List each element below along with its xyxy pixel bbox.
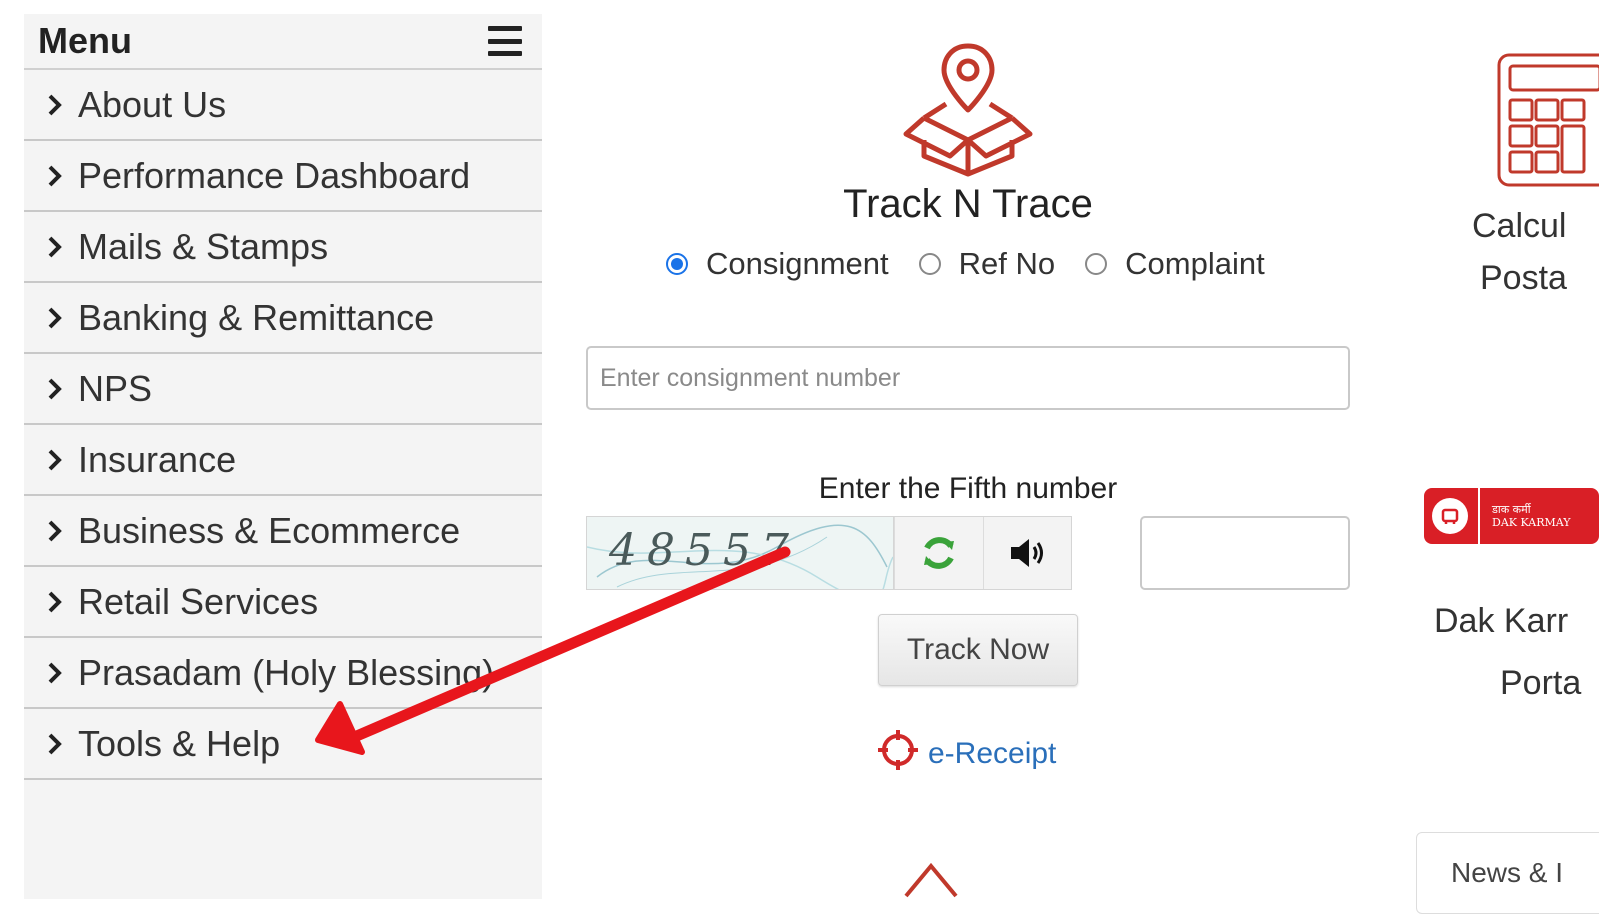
radio-complaint[interactable]: Complaint [1085,246,1265,282]
menu-item-tools-help[interactable]: Tools & Help [24,709,542,780]
menu-title: Menu [38,20,132,61]
radio-label: Consignment [706,246,889,281]
track-now-button[interactable]: Track Now [878,614,1078,686]
menu-list: About Us Performance Dashboard Mails & S… [24,70,542,780]
radio-label: Complaint [1125,246,1265,281]
calculate-postage-line2: Posta [1480,259,1567,297]
menu-item-prasadam[interactable]: Prasadam (Holy Blessing) [24,638,542,709]
menu-item-business-ecommerce[interactable]: Business & Ecommerce [24,496,542,567]
captcha-widget: 48557 [586,516,1072,590]
dak-badge-line2: DAK KARMAY [1492,516,1571,529]
refresh-captcha-icon[interactable] [894,517,983,589]
captcha-text: 48557 [609,525,799,576]
captcha-answer-input[interactable] [1140,516,1350,590]
calculate-postage-line1: Calcul [1472,207,1567,245]
menu-item-label: Banking & Remittance [78,296,435,338]
sidebar-menu: Menu About Us Performance Dashboard Mail… [24,14,542,899]
menu-item-mails-stamps[interactable]: Mails & Stamps [24,212,542,283]
menu-item-label: Prasadam (Holy Blessing) [78,651,495,693]
dak-karmayogi-portal-link[interactable]: Dak Karr Porta [1434,590,1581,714]
dak-badge-line1: डाक कर्मी [1492,503,1531,516]
menu-item-label: Tools & Help [78,722,281,764]
menu-item-label: Performance Dashboard [78,154,471,196]
radio-label: Ref No [958,246,1056,281]
chevron-right-icon [46,589,72,615]
menu-item-banking-remittance[interactable]: Banking & Remittance [24,283,542,354]
menu-item-label: Insurance [78,438,237,480]
menu-item-insurance[interactable]: Insurance [24,425,542,496]
chevron-right-icon [46,305,72,331]
chevron-right-icon [46,518,72,544]
menu-item-label: Business & Ecommerce [78,509,461,551]
menu-header: Menu [24,14,542,70]
chevron-right-icon [46,731,72,757]
dak-portal-line2: Porta [1500,664,1582,702]
track-type-radio-group: Consignment Ref No Complaint [666,244,1295,284]
chevron-right-icon [46,163,72,189]
captcha-image: 48557 [587,517,894,589]
menu-item-retail-services[interactable]: Retail Services [24,567,542,638]
chevron-right-icon [46,234,72,260]
menu-item-label: Retail Services [78,580,319,622]
parcel-location-icon [900,40,1036,183]
hamburger-menu-icon[interactable] [488,26,522,56]
menu-item-performance-dashboard[interactable]: Performance Dashboard [24,141,542,212]
radio-unselected-icon[interactable] [918,253,941,275]
calculate-postage-link[interactable]: Calcul Posta [1472,200,1567,304]
menu-item-label: Mails & Stamps [78,225,329,267]
track-title: Track N Trace [843,182,1093,226]
radio-consignment[interactable]: Consignment [666,246,889,282]
dak-portal-line1: Dak Karr [1434,602,1569,640]
chevron-right-icon [46,660,72,686]
ereceipt-label: e-Receipt [928,737,1057,770]
menu-item-about-us[interactable]: About Us [24,70,542,141]
radio-unselected-icon[interactable] [1085,253,1108,275]
audio-captcha-icon[interactable] [982,517,1071,589]
menu-item-label: About Us [78,83,227,125]
radio-selected-icon[interactable] [666,253,688,275]
dak-karmayogi-logo[interactable]: डाक कर्मी DAK KARMAY [1424,488,1599,544]
chevron-right-icon [46,92,72,118]
postal-seal-icon [1432,498,1468,534]
chevron-right-icon [46,447,72,473]
news-tab-label: News & I [1451,857,1564,888]
radio-ref-no[interactable]: Ref No [918,246,1056,282]
news-tab[interactable]: News & I [1416,832,1599,914]
captcha-label: Enter the Fifth number [818,472,1118,505]
dak-badge-text: डाक कर्मी DAK KARMAY [1492,503,1571,529]
chevron-right-icon [46,376,72,402]
crosshair-icon [876,728,920,780]
partial-house-icon [900,856,962,904]
ereceipt-link[interactable]: e-Receipt [876,728,1056,780]
menu-item-label: NPS [78,367,153,409]
consignment-number-input[interactable] [586,346,1350,410]
menu-item-nps[interactable]: NPS [24,354,542,425]
calculator-icon[interactable] [1496,52,1599,193]
